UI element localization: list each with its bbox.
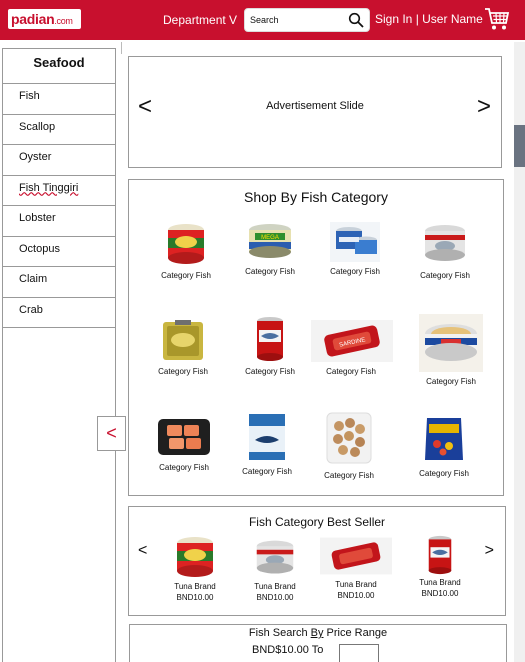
sidebar-item-fish-tinggiri[interactable]: Fish Tinggiri (3, 176, 115, 206)
best-seller-carousel: Fish Category Best Seller < > Tuna Brand… (128, 506, 506, 616)
category-label: Category Fish (159, 463, 209, 472)
product-price: BND10.00 (421, 589, 459, 598)
price-title-pre: Fish Search (248, 627, 311, 639)
category-card[interactable]: Category Fish (143, 318, 223, 376)
top-bar: padian.com Department V Sign In | User N… (0, 0, 525, 40)
product-card[interactable]: Tuna Brand BND10.00 (235, 537, 315, 603)
sidebar-item-label: Fish Tinggiri (19, 181, 79, 194)
category-card[interactable]: Category Fish (309, 410, 389, 480)
ad-next-button[interactable]: > (477, 93, 491, 121)
sign-in-link[interactable]: Sign In | User Name (375, 12, 483, 26)
carousel-prev-button[interactable]: < (138, 542, 147, 560)
mackerel-can-red-icon (257, 317, 283, 361)
svg-text:MEGA: MEGA (261, 235, 279, 241)
frozen-fish-bag-icon (249, 414, 285, 460)
logo-text: padian (11, 11, 55, 27)
product-name: Tuna Brand (335, 580, 377, 589)
sardine-tin-yellow-icon (163, 320, 203, 360)
sidebar-item-crab[interactable]: Crab (3, 298, 115, 328)
category-label: Category Fish (158, 367, 208, 376)
category-label: Category Fish (330, 267, 380, 276)
site-logo[interactable]: padian.com (8, 9, 81, 29)
price-range-search: Fish Search By Price Range BND$10.00 To (129, 624, 507, 662)
sidebar-item-fish[interactable]: Fish (3, 84, 115, 115)
shop-by-category: Shop By Fish Category Category Fish MEGA… (128, 179, 504, 496)
tuna-can-mega-icon: MEGA (249, 224, 291, 258)
product-card[interactable]: Tuna Brand BND10.00 (155, 535, 235, 603)
tuna-can-red-icon (177, 537, 213, 577)
ad-slide-text[interactable]: Advertisement Slide (129, 100, 501, 112)
section-title: Shop By Fish Category (244, 189, 388, 205)
fish-balls-bag-icon (326, 412, 372, 464)
sidebar-item-octopus[interactable]: Octopus (3, 237, 115, 267)
search-icon[interactable] (348, 12, 364, 28)
product-name: Tuna Brand (419, 578, 461, 587)
category-card[interactable]: Category Fish (230, 316, 310, 376)
salmon-pack-icon (158, 419, 210, 455)
category-label: Category Fish (245, 367, 295, 376)
price-to-input[interactable] (339, 644, 379, 662)
category-sidebar: Seafood Fish Scallop Oyster Fish Tinggir… (2, 48, 116, 662)
section-title: Fish Search By Price Range (130, 627, 506, 639)
sidebar-item-claim[interactable]: Claim (3, 267, 115, 298)
category-label: Category Fish (161, 271, 211, 280)
product-card[interactable]: Tuna Brand BND10.00 (316, 535, 396, 601)
category-card[interactable]: Category Fish (227, 412, 307, 476)
category-card[interactable]: MEGA Category Fish (230, 222, 310, 276)
search-box (244, 8, 370, 32)
category-card[interactable]: SARDINE Category Fish (311, 320, 393, 376)
tuna-can-red-icon (168, 224, 204, 264)
price-title-by: By (310, 627, 324, 639)
sidebar-item-oyster[interactable]: Oyster (3, 145, 115, 176)
category-label: Category Fish (242, 467, 292, 476)
category-card[interactable]: Category Fish (315, 222, 395, 276)
tuna-can-silver-icon (425, 225, 465, 261)
category-label: Category Fish (324, 471, 374, 480)
carousel-next-button[interactable]: > (485, 542, 494, 560)
product-price: BND10.00 (176, 593, 214, 602)
category-card[interactable]: Category Fish (404, 414, 484, 478)
section-title: Fish Category Best Seller (248, 515, 386, 529)
sidebar-item-lobster[interactable]: Lobster (3, 206, 115, 237)
sidebar-collapse-button[interactable]: < (97, 416, 126, 451)
category-card[interactable]: Category Fish (144, 416, 224, 472)
category-label: Category Fish (326, 367, 376, 376)
category-card[interactable]: Category Fish (405, 222, 485, 280)
department-menu[interactable]: Department V (163, 13, 237, 27)
sidebar-item-scallop[interactable]: Scallop (3, 115, 115, 145)
sardine-tin-red-icon: SARDINE (311, 320, 393, 362)
scrollbar-thumb[interactable] (514, 125, 525, 167)
category-card[interactable]: Category Fish (146, 222, 226, 280)
category-label: Category Fish (419, 469, 469, 478)
category-label: Category Fish (245, 267, 295, 276)
sardine-tin-red-icon (320, 537, 392, 575)
fish-snack-bag-icon (425, 418, 463, 460)
sidebar-title: Seafood (3, 49, 115, 84)
divider (121, 42, 122, 54)
price-from-label: BND$10.00 To (252, 644, 324, 656)
mackerel-can-red-icon (428, 535, 452, 575)
product-price: BND10.00 (337, 591, 375, 600)
category-card[interactable]: Category Fish (411, 314, 491, 386)
product-card[interactable]: Tuna Brand BND10.00 (400, 535, 480, 599)
product-name: Tuna Brand (254, 582, 296, 591)
tuna-cans-blue-icon (330, 222, 380, 262)
product-price: BND10.00 (256, 593, 294, 602)
logo-suffix: .com (54, 16, 73, 26)
tuna-can-open-icon (419, 314, 483, 372)
shopping-cart-icon[interactable] (484, 6, 510, 32)
product-name: Tuna Brand (174, 582, 216, 591)
search-input[interactable] (250, 12, 346, 28)
advertisement-slider: < Advertisement Slide > (128, 56, 502, 168)
price-title-post: Price Range (323, 627, 388, 639)
tuna-can-silver-icon (256, 540, 294, 574)
category-label: Category Fish (426, 377, 476, 386)
category-label: Category Fish (420, 271, 470, 280)
